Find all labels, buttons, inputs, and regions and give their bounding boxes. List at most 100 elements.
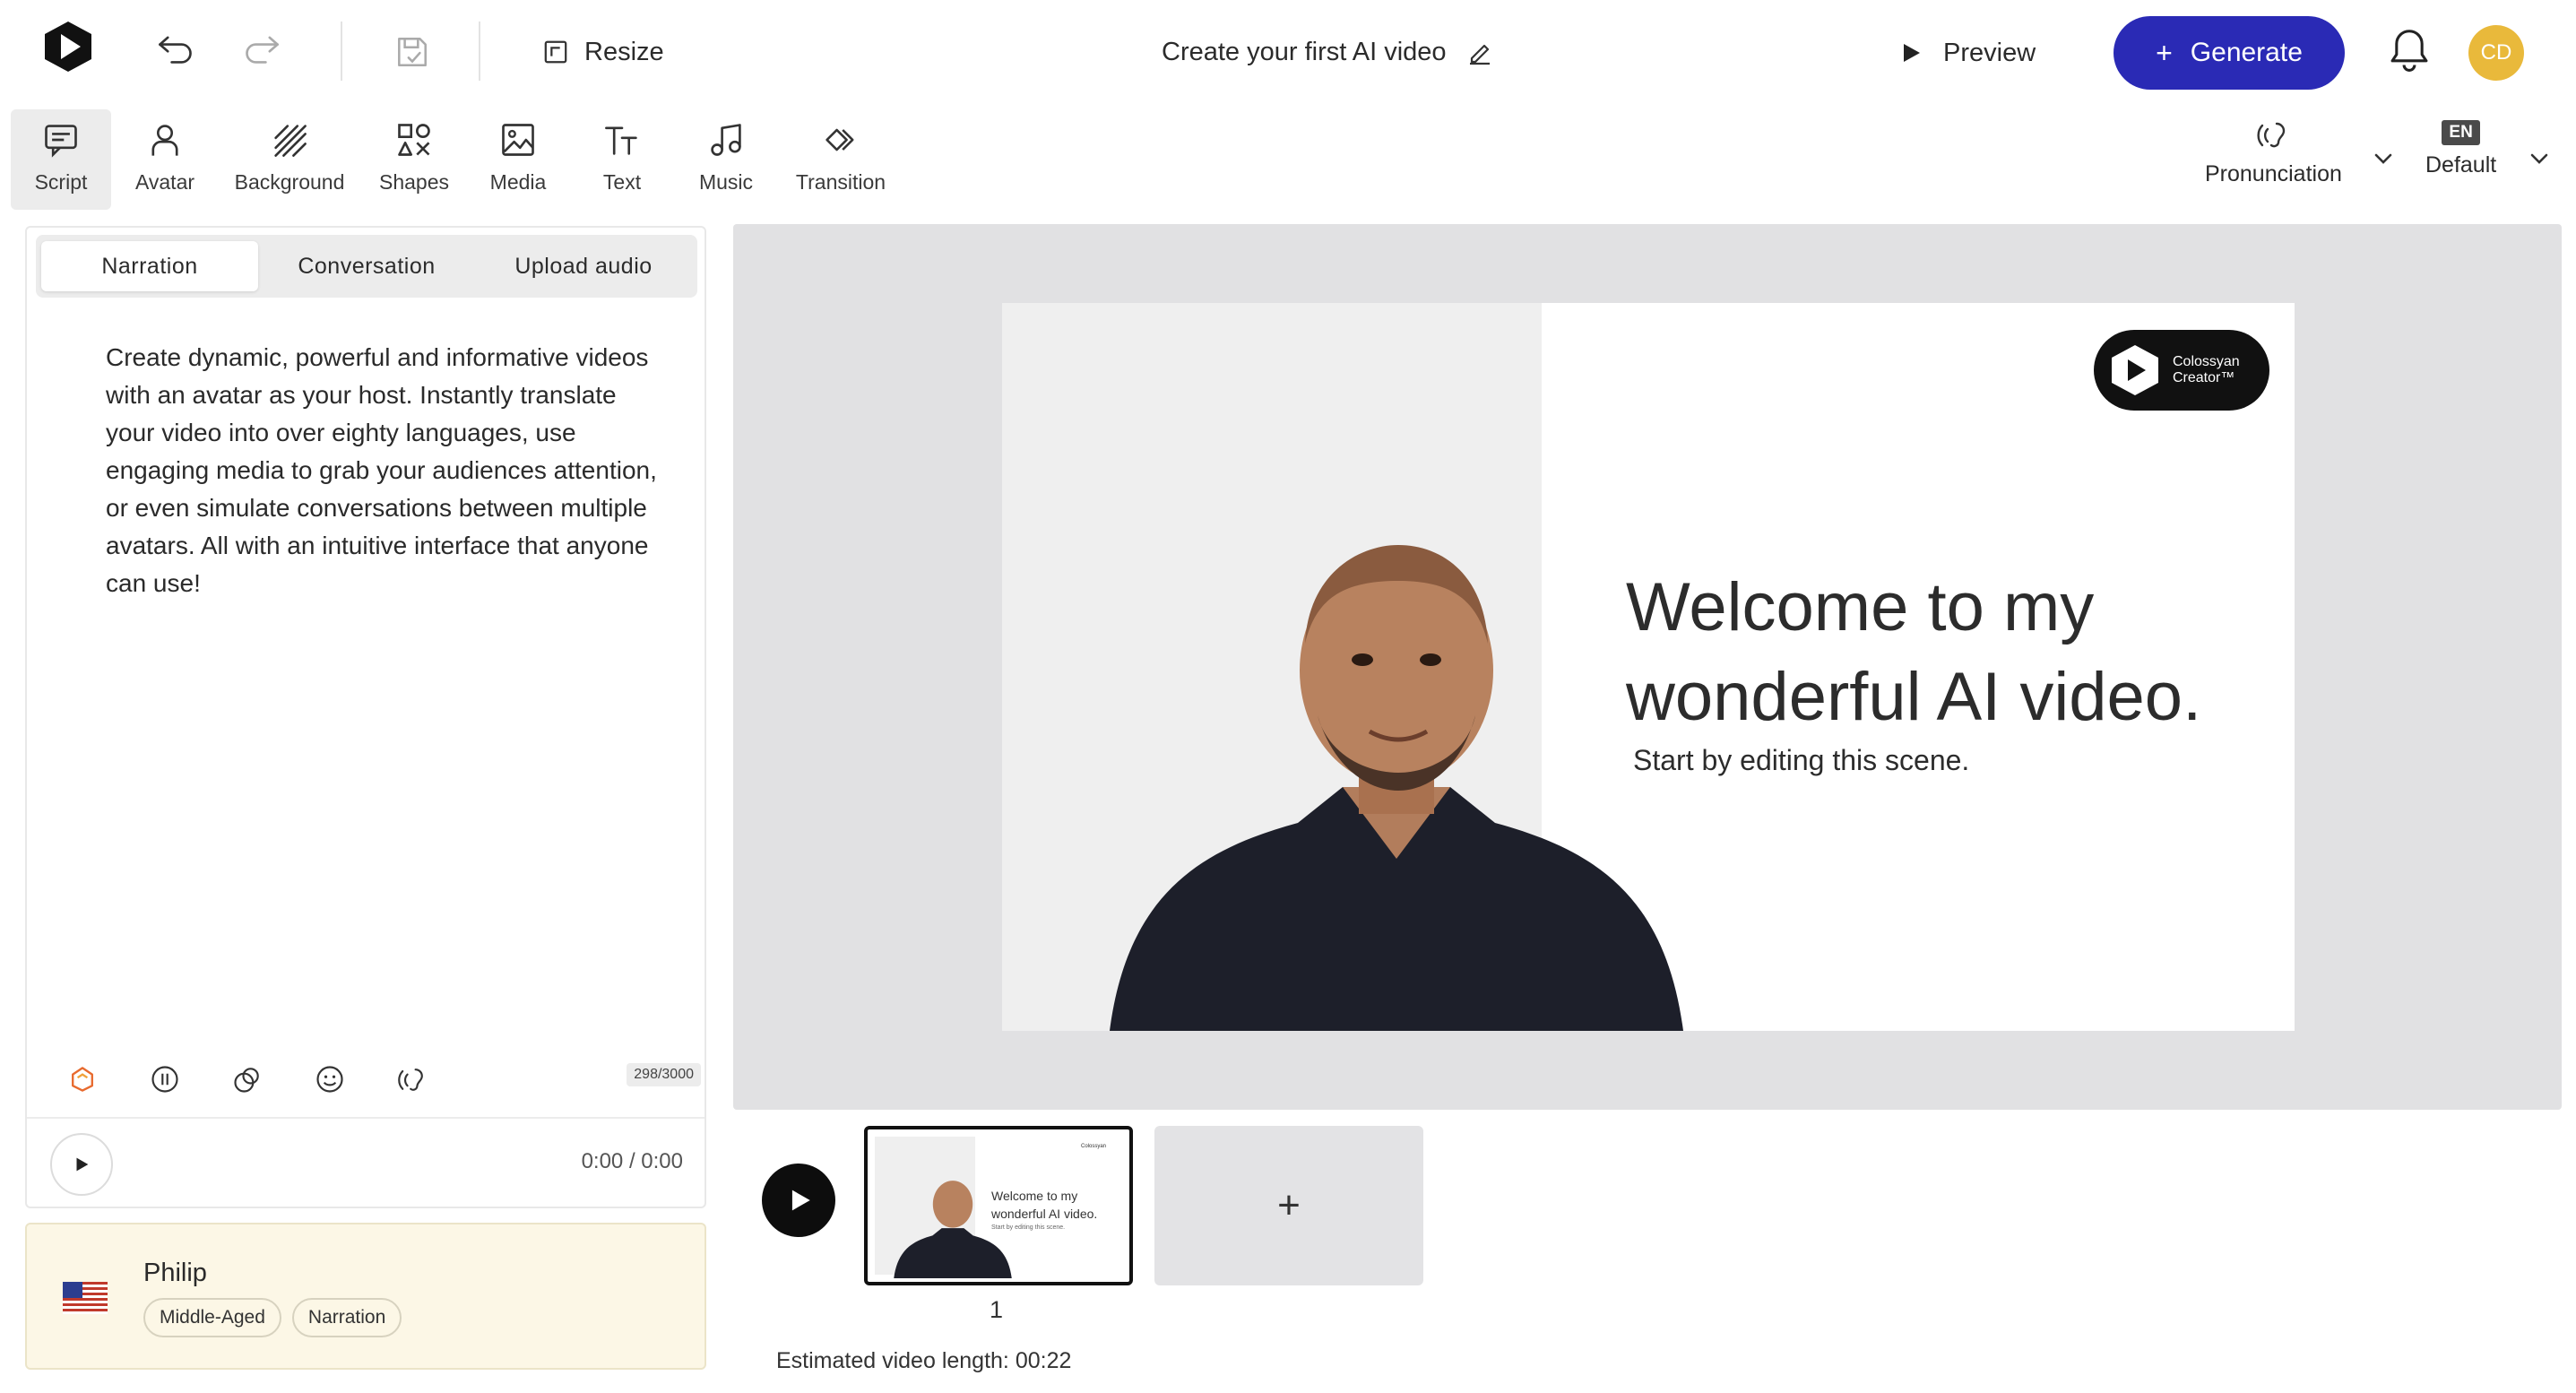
toolbar-label: Avatar xyxy=(134,170,195,194)
voice-tag: Middle-Aged xyxy=(143,1298,281,1337)
toolbar-music[interactable]: Music xyxy=(683,109,769,210)
redo-icon[interactable] xyxy=(237,27,287,70)
brand-name: Colossyan Creator™ xyxy=(2173,354,2240,386)
user-initials: CD xyxy=(2480,40,2512,65)
pause-icon[interactable] xyxy=(145,1060,185,1099)
language-code-badge: EN xyxy=(2442,120,2480,145)
thumbnail-subline: Start by editing this scene. xyxy=(991,1224,1066,1231)
play-icon xyxy=(1904,44,1920,62)
chevron-down-icon[interactable] xyxy=(2526,145,2553,172)
app-logo-icon[interactable] xyxy=(43,20,93,74)
chevron-down-icon[interactable] xyxy=(2370,145,2397,172)
save-icon[interactable] xyxy=(387,27,437,77)
toolbar-label: Shapes xyxy=(378,170,449,194)
generate-label: Generate xyxy=(2190,38,2303,67)
emotion-smiley-icon[interactable] xyxy=(310,1060,350,1099)
generate-button[interactable]: + Generate xyxy=(2114,16,2345,90)
estimated-length-value: 00:22 xyxy=(1015,1348,1072,1373)
panel-divider xyxy=(27,1117,705,1119)
audio-time: 0:00 / 0:00 xyxy=(581,1149,683,1173)
brand-line: Colossyan xyxy=(2173,354,2240,369)
toolbar-label: Script xyxy=(34,170,88,194)
background-icon xyxy=(274,125,307,157)
toolbar-label: Text xyxy=(602,170,642,194)
scene-number: 1 xyxy=(990,1296,1004,1323)
preview-label: Preview xyxy=(1943,38,2036,67)
resize-label: Resize xyxy=(584,37,664,66)
toolbar-text[interactable]: Text xyxy=(579,109,665,210)
language-label: Default xyxy=(2425,152,2497,177)
undo-icon[interactable] xyxy=(151,27,201,70)
script-tools: 298/3000 xyxy=(63,1054,701,1104)
thumbnail-headline-line: Welcome to my xyxy=(991,1189,1078,1203)
project-title-field[interactable]: Create your first AI video xyxy=(1162,29,1493,75)
toolbar-media[interactable]: Media xyxy=(475,109,561,210)
thumbnail-headline-line: wonderful AI video. xyxy=(991,1207,1098,1221)
script-textarea[interactable]: Create dynamic, powerful and informative… xyxy=(106,339,661,602)
media-icon xyxy=(502,124,534,156)
header-divider xyxy=(479,22,480,81)
scene-thumbnail[interactable]: Colossyan Welcome to my wonderful AI vid… xyxy=(864,1126,1133,1285)
header-divider xyxy=(341,22,342,81)
toolbar-label: Background xyxy=(234,170,345,194)
toolbar-label: Music xyxy=(698,170,754,194)
play-icon xyxy=(791,1190,810,1211)
character-count-badge: 298/3000 xyxy=(627,1063,701,1086)
headline-line: Welcome to my xyxy=(1626,569,2095,645)
tab-upload-audio[interactable]: Upload audio xyxy=(475,241,692,291)
brand-logo-badge[interactable]: Colossyan Creator™ xyxy=(2094,330,2269,411)
toolbar-avatar[interactable]: Avatar xyxy=(122,109,208,210)
thumbnail-brand: Colossyan xyxy=(1081,1144,1107,1149)
resize-icon xyxy=(544,40,567,64)
avatar-presenter-image[interactable] xyxy=(1074,446,1719,1031)
play-icon xyxy=(76,1157,89,1172)
edit-pencil-icon[interactable] xyxy=(1466,39,1493,65)
user-avatar[interactable]: CD xyxy=(2468,25,2524,81)
script-panel: Narration Conversation Upload audio Crea… xyxy=(25,226,706,1208)
audio-play-button[interactable] xyxy=(50,1133,113,1196)
preview-button[interactable]: Preview xyxy=(1900,30,2036,75)
language-selector[interactable]: EN Default xyxy=(2425,120,2496,178)
headline-line: wonderful AI video. xyxy=(1626,659,2202,735)
notifications-bell-icon[interactable] xyxy=(2388,27,2434,77)
us-flag-icon xyxy=(63,1282,108,1314)
script-tabs: Narration Conversation Upload audio xyxy=(36,235,697,298)
voice-effects-icon[interactable] xyxy=(228,1060,267,1099)
pronunciation-label: Pronunciation xyxy=(2205,161,2342,186)
plus-icon: + xyxy=(2156,37,2173,69)
voice-card[interactable]: Philip Middle-Aged Narration xyxy=(25,1223,706,1370)
text-icon xyxy=(605,126,637,155)
slide-subheadline[interactable]: Start by editing this scene. xyxy=(1633,744,1969,777)
resize-button[interactable]: Resize xyxy=(543,30,664,74)
tab-narration[interactable]: Narration xyxy=(41,241,258,291)
estimated-length: Estimated video length: 00:22 xyxy=(776,1348,1071,1374)
toolbar-label: Transition xyxy=(795,170,886,194)
plus-icon: + xyxy=(1277,1183,1301,1227)
tab-conversation[interactable]: Conversation xyxy=(258,241,475,291)
voice-tag: Narration xyxy=(291,1298,402,1337)
toolbar-script[interactable]: Script xyxy=(11,109,111,210)
scene-canvas[interactable]: Colossyan Creator™ Welcome to my wonderf… xyxy=(1002,303,2295,1031)
brand-logo-icon xyxy=(2112,345,2158,395)
voice-tags: Middle-Aged Narration xyxy=(143,1298,402,1337)
play-all-button[interactable] xyxy=(762,1164,835,1237)
voice-name: Philip xyxy=(143,1259,207,1287)
pronunciation-icon[interactable] xyxy=(393,1060,432,1099)
toolbar-background[interactable]: Background xyxy=(226,109,353,210)
estimated-length-label: Estimated video length: xyxy=(776,1348,1009,1373)
script-icon xyxy=(45,125,77,158)
ai-assistant-icon[interactable] xyxy=(63,1060,102,1099)
slide-headline[interactable]: Welcome to my wonderful AI video. xyxy=(1626,563,2201,742)
pronunciation-icon xyxy=(2257,122,2286,148)
brand-line: Creator™ xyxy=(2173,370,2235,385)
avatar-icon xyxy=(151,125,178,156)
toolbar-transition[interactable]: Transition xyxy=(787,109,895,210)
pronunciation-button[interactable]: Pronunciation xyxy=(2205,117,2342,187)
thumbnail-headline: Welcome to my wonderful AI video. xyxy=(991,1187,1097,1223)
shapes-icon xyxy=(398,124,430,156)
project-title: Create your first AI video xyxy=(1162,37,1447,66)
transition-icon xyxy=(826,128,854,151)
toolbar-label: Media xyxy=(489,170,547,194)
add-scene-button[interactable]: + xyxy=(1154,1126,1423,1285)
toolbar-shapes[interactable]: Shapes xyxy=(371,109,457,210)
